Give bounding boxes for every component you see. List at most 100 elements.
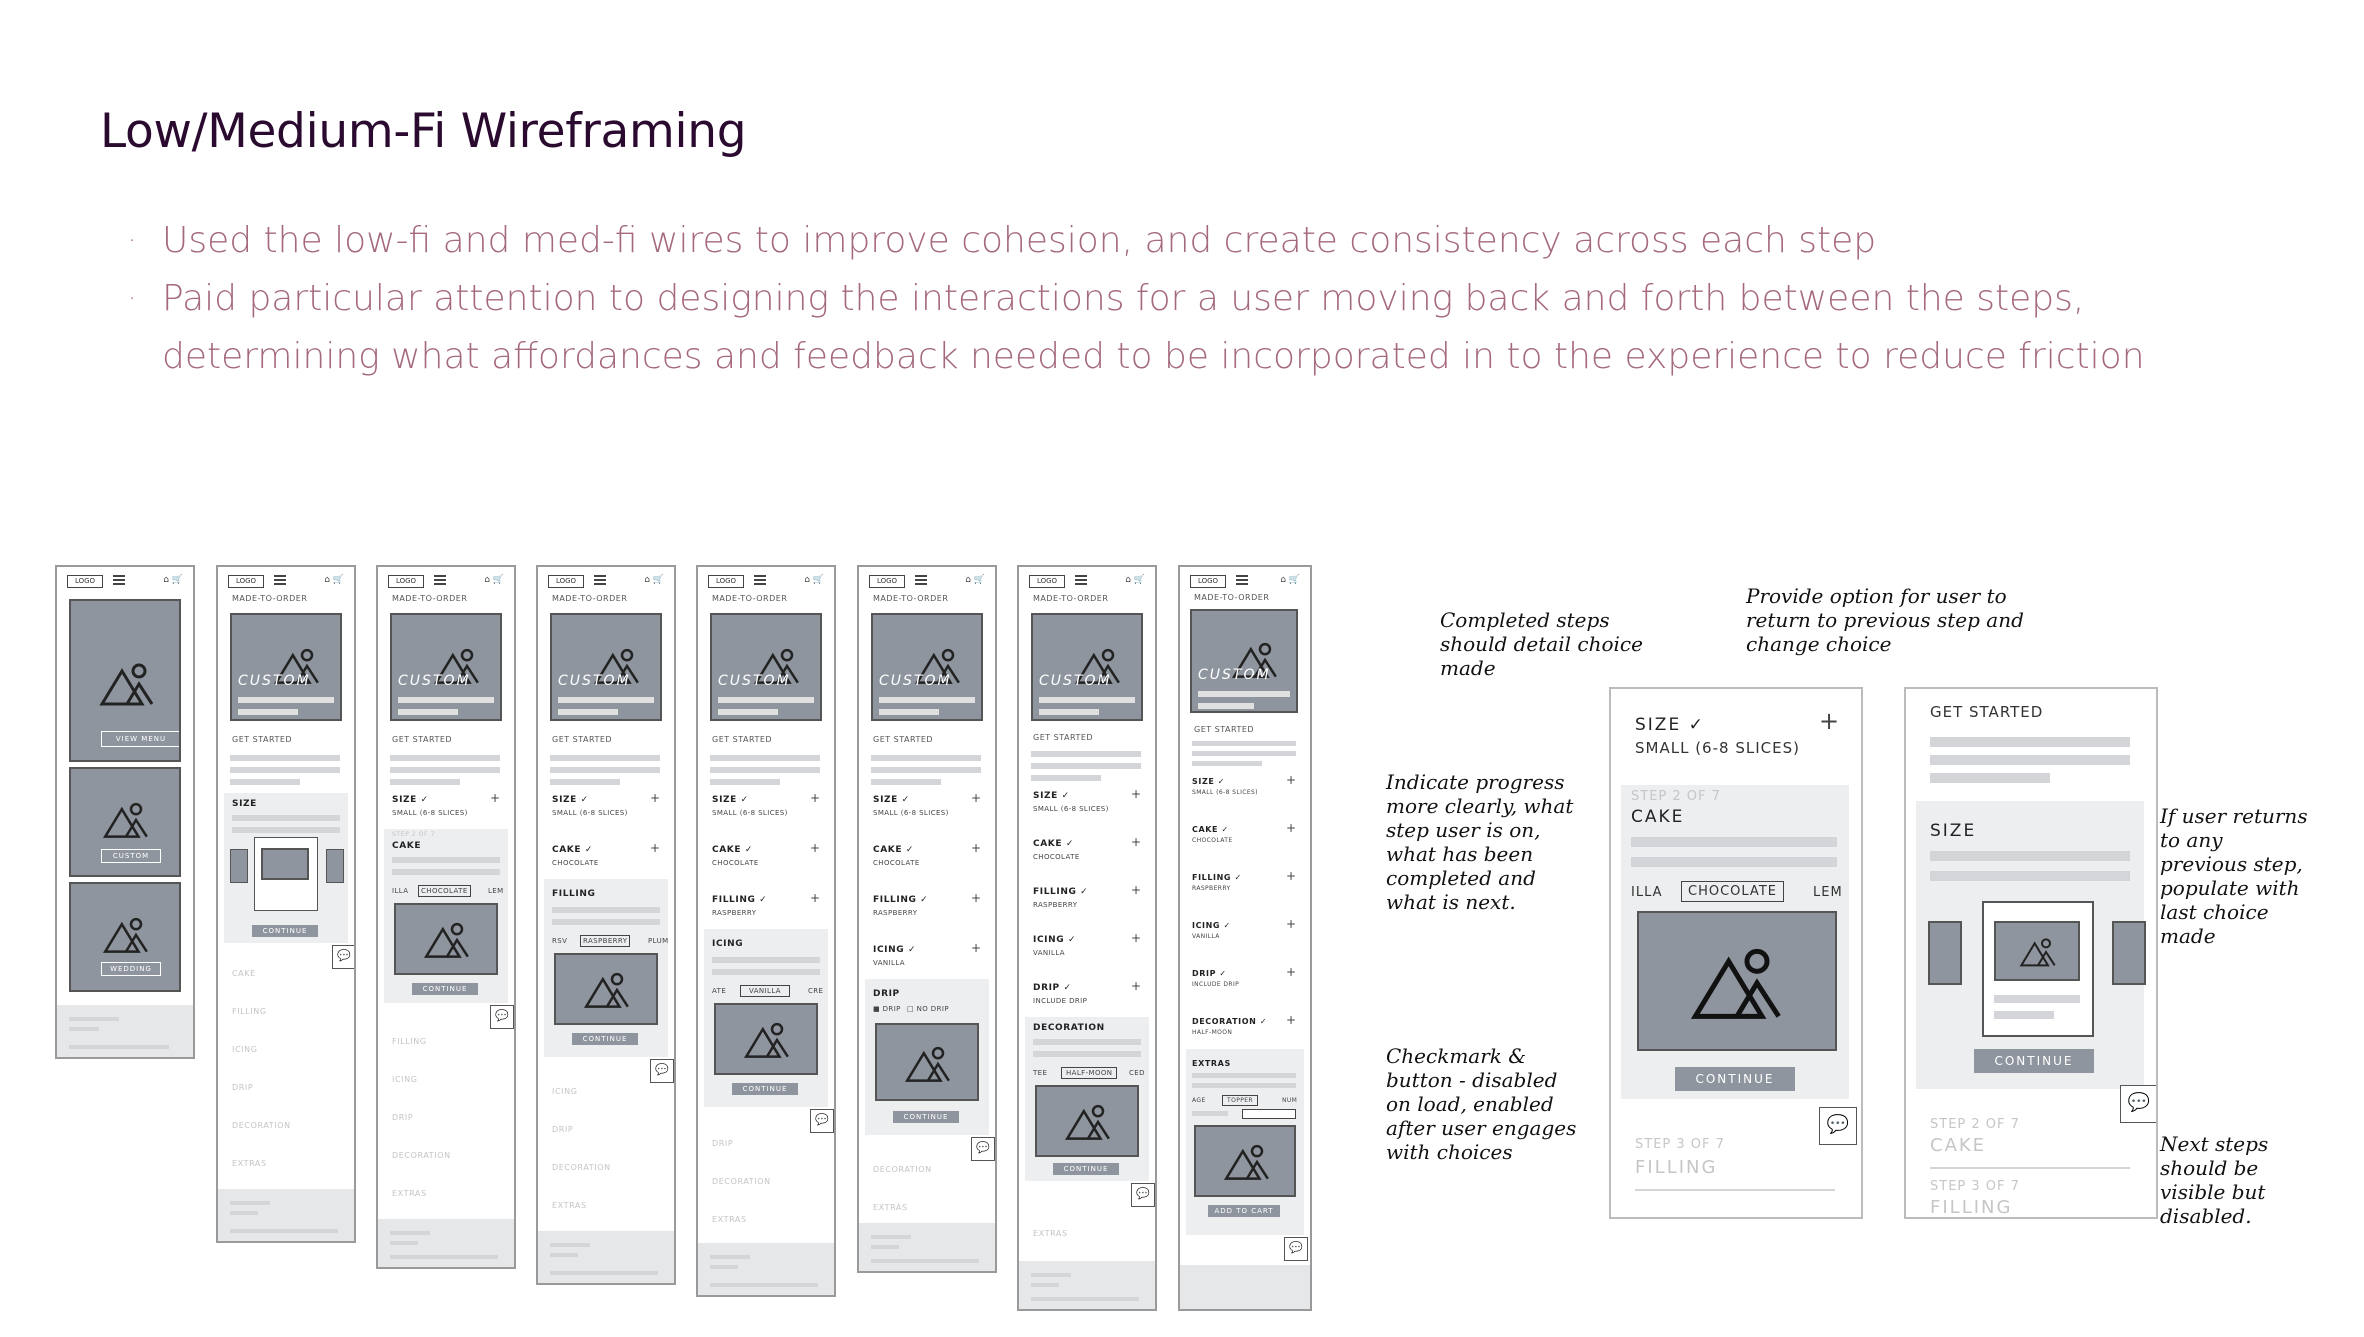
chat-icon[interactable]: 💬 <box>810 1109 834 1133</box>
chat-icon[interactable]: 💬 <box>490 1005 514 1029</box>
zoom-option-illa[interactable]: ILLA <box>1631 885 1663 900</box>
wedding-button[interactable]: WEDDING <box>101 962 161 976</box>
continue-button[interactable]: CONTINUE <box>732 1083 798 1095</box>
expand-drip-icon[interactable]: + <box>1131 979 1141 993</box>
expand-filling-icon[interactable]: + <box>971 891 981 905</box>
expand-size-icon[interactable]: + <box>650 791 660 805</box>
option-lem[interactable]: LEM <box>488 887 504 895</box>
wireframe-landing: LOGO ⌂ 🛒 VIEW MENU CUSTOM WEDDING <box>55 565 195 1059</box>
icing-done-label: ICING ✓ <box>1192 921 1231 930</box>
option-tee[interactable]: TEE <box>1033 1069 1047 1077</box>
bullet-dot-icon: · <box>128 226 137 256</box>
image-placeholder-icon <box>1064 1104 1110 1140</box>
wireframe-header: LOGO ⌂ 🛒 <box>1180 567 1310 593</box>
cake-value: CHOCOLATE <box>712 859 759 867</box>
zoom-chat-icon[interactable]: 💬 <box>2120 1085 2156 1123</box>
zoom-size-option-left[interactable] <box>1928 921 1962 985</box>
zoom-option-lem[interactable]: LEM <box>1813 885 1843 900</box>
zoom-step-label: STEP 2 OF 7 <box>1631 789 1721 804</box>
filling-label: FILLING <box>552 889 596 899</box>
chat-icon[interactable]: 💬 <box>650 1059 674 1083</box>
view-menu-button[interactable]: VIEW MENU <box>101 731 179 747</box>
continue-button[interactable]: CONTINUE <box>252 925 318 937</box>
hero-image: VIEW MENU <box>69 599 181 762</box>
expand-size-icon[interactable]: + <box>971 791 981 805</box>
custom-button[interactable]: CUSTOM <box>101 849 161 863</box>
option-topper[interactable]: TOPPER <box>1222 1095 1258 1106</box>
expand-decoration-icon[interactable]: + <box>1286 1013 1296 1027</box>
text-bar <box>1033 1039 1141 1045</box>
drip-image <box>875 1023 979 1101</box>
option-cre[interactable]: CRE <box>808 987 823 995</box>
zoom-option-chocolate[interactable]: CHOCOLATE <box>1681 881 1784 902</box>
annotation-completed-steps: Completed steps should detail choice mad… <box>1440 608 1643 680</box>
expand-cake-icon[interactable]: + <box>650 841 660 855</box>
option-age[interactable]: AGE <box>1192 1097 1206 1104</box>
footer <box>538 1231 674 1283</box>
expand-size-icon[interactable]: + <box>1131 787 1141 801</box>
menu-icon <box>1236 575 1248 585</box>
option-chocolate[interactable]: CHOCOLATE <box>418 885 471 897</box>
size-done-label: SIZE ✓ <box>712 795 749 805</box>
expand-size-icon[interactable]: + <box>810 791 820 805</box>
continue-button[interactable]: CONTINUE <box>893 1111 959 1123</box>
size-done-label: SIZE ✓ <box>552 795 589 805</box>
expand-icing-icon[interactable]: + <box>1286 917 1296 931</box>
hero-text-bar <box>238 697 334 703</box>
size-option-image <box>261 848 309 880</box>
extras-label: EXTRAS <box>1192 1059 1231 1068</box>
footer-line <box>710 1255 750 1259</box>
wireframe-header: LOGO ⌂ 🛒 <box>1019 567 1155 593</box>
no-drip-option[interactable]: □ NO DRIP <box>907 1005 949 1013</box>
expand-filling-icon[interactable]: + <box>1131 883 1141 897</box>
step-cake: CAKE <box>232 969 256 978</box>
zoom-size-option-right[interactable] <box>2112 921 2146 985</box>
continue-button[interactable]: CONTINUE <box>412 983 478 995</box>
zoom-expand-size-icon[interactable]: + <box>1819 707 1839 735</box>
expand-icing-icon[interactable]: + <box>971 941 981 955</box>
extras-input-field[interactable] <box>1242 1109 1296 1119</box>
chat-icon[interactable]: 💬 <box>332 945 354 969</box>
option-half-moon[interactable]: HALF-MOON <box>1061 1067 1118 1079</box>
expand-filling-icon[interactable]: + <box>1286 869 1296 883</box>
add-to-cart-button[interactable]: ADD TO CART <box>1208 1205 1280 1217</box>
zoom-chat-icon[interactable]: 💬 <box>1819 1107 1857 1145</box>
chat-icon[interactable]: 💬 <box>1131 1183 1155 1207</box>
size-option-selected[interactable] <box>254 837 318 911</box>
get-started-label: GET STARTED <box>712 735 773 744</box>
icing-done-label: ICING ✓ <box>873 945 917 955</box>
expand-filling-icon[interactable]: + <box>810 891 820 905</box>
option-rsv[interactable]: RSV <box>552 937 567 945</box>
expand-size-icon[interactable]: + <box>490 791 500 805</box>
zoom-continue-button[interactable]: CONTINUE <box>1974 1049 2094 1073</box>
footer-line <box>550 1253 578 1257</box>
expand-cake-icon[interactable]: + <box>1131 835 1141 849</box>
option-num[interactable]: NUM <box>1282 1097 1297 1104</box>
option-ced[interactable]: CED <box>1129 1069 1145 1077</box>
expand-size-icon[interactable]: + <box>1286 773 1296 787</box>
zoom-cake-image <box>1637 911 1837 1051</box>
option-illa[interactable]: ILLA <box>392 887 408 895</box>
option-ate[interactable]: ATE <box>712 987 726 995</box>
expand-icing-icon[interactable]: + <box>1131 931 1141 945</box>
size-value: SMALL (6-8 SLICES) <box>1033 805 1109 813</box>
continue-button[interactable]: CONTINUE <box>572 1033 638 1045</box>
option-raspberry[interactable]: RASPBERRY <box>580 935 631 947</box>
expand-cake-icon[interactable]: + <box>1286 821 1296 835</box>
size-option-left[interactable] <box>230 849 248 883</box>
chat-icon[interactable]: 💬 <box>1284 1237 1308 1261</box>
bullet-item: · Paid particular attention to designing … <box>128 270 2288 386</box>
expand-cake-icon[interactable]: + <box>971 841 981 855</box>
expand-drip-icon[interactable]: + <box>1286 965 1296 979</box>
option-vanilla[interactable]: VANILLA <box>740 985 790 997</box>
continue-button[interactable]: CONTINUE <box>1053 1163 1119 1175</box>
expand-cake-icon[interactable]: + <box>810 841 820 855</box>
option-plum[interactable]: PLUM <box>648 937 669 945</box>
cake-selection-panel: STEP 2 OF 7 CAKE ILLA CHOCOLATE LEM CONT… <box>384 829 508 1003</box>
zoom-size-option-selected[interactable] <box>1982 901 2094 1037</box>
zoom-continue-button[interactable]: CONTINUE <box>1675 1067 1795 1091</box>
size-value: SMALL (6-8 SLICES) <box>392 809 468 817</box>
drip-option[interactable]: ■ DRIP <box>873 1005 901 1013</box>
size-option-right[interactable] <box>326 849 344 883</box>
chat-icon[interactable]: 💬 <box>971 1137 995 1161</box>
